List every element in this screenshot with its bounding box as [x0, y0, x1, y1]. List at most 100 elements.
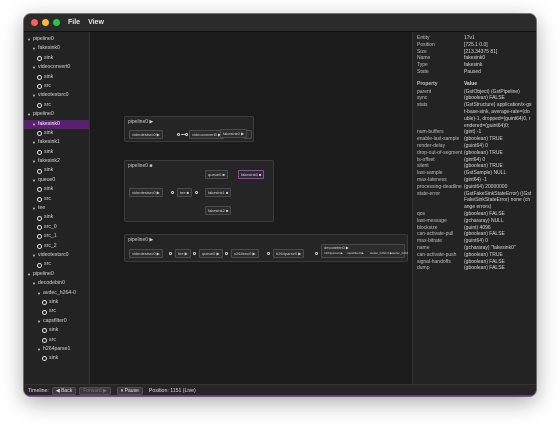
tree-item-element[interactable]: ▼ videotestsrc0: [24, 91, 89, 100]
tree-item-element[interactable]: ▼ h264parse1: [24, 345, 89, 354]
tree-item-label: sink: [44, 167, 54, 174]
property-row: silent (gboolean) TRUE: [417, 163, 532, 170]
tree-item-label: fakesink0: [38, 120, 60, 127]
pad-circle-icon: [37, 168, 42, 174]
timeline-label: Timeline:: [28, 387, 49, 394]
timeline-slider[interactable]: [24, 395, 536, 396]
element-node[interactable]: fakesink2 ■: [205, 206, 232, 215]
property-key: dump: [417, 265, 430, 272]
pipeline-bin-2[interactable]: pipeline0 ■ videotestsrc0 ▶ tee ■ queue0…: [124, 160, 274, 222]
property-key: max-lateness: [417, 176, 447, 183]
pad-circle-icon: [37, 149, 42, 155]
app-window: File View ▼ pipeline0 ▼ fakesink0 sink ▼ video…: [24, 14, 536, 396]
tree-item-pad[interactable]: sink: [24, 213, 89, 222]
tree-item-pad[interactable]: sink: [24, 298, 89, 307]
element-node[interactable]: videotestsrc0 ▶: [129, 249, 163, 258]
tree-item-label: pipeline0: [33, 36, 54, 42]
tree-item-label: src_1: [44, 233, 57, 240]
pad-connector: [185, 133, 188, 136]
menu-file[interactable]: File: [68, 19, 80, 26]
pad-circle-icon: [37, 74, 42, 80]
element-node[interactable]: x264enc0 ▶: [231, 249, 259, 258]
tree-item-element[interactable]: ▼ queue0: [24, 176, 89, 185]
property-key: last-sample: [417, 170, 443, 177]
minimize-window-button[interactable]: [42, 19, 49, 26]
tree-item-pad[interactable]: src: [24, 260, 89, 269]
bin-title: pipeline0 ■: [128, 163, 153, 169]
tree-item-pad[interactable]: sink: [24, 54, 89, 63]
tree-item-label: fakesink0: [38, 45, 60, 52]
pad-circle-icon: [37, 262, 42, 268]
property-row: drop-out-of-segment (gboolean) TRUE: [417, 150, 532, 157]
back-button[interactable]: ◀ Back: [51, 386, 77, 395]
close-window-button[interactable]: [31, 19, 38, 26]
tree-item-element[interactable]: ▼ fakesink0: [24, 119, 89, 129]
property-value: (guint64) 20000000: [464, 183, 508, 190]
tree-item-element[interactable]: ▼ tee: [24, 204, 89, 213]
property-value: (gboolean) FALSE: [464, 231, 505, 238]
tree-item-pad[interactable]: src: [24, 195, 89, 204]
element-node[interactable]: fakesink0 ▶: [220, 129, 248, 138]
tree-item-label: sink: [49, 327, 59, 334]
pad-connector: [171, 191, 174, 194]
tree-item-pad[interactable]: src_2: [24, 242, 89, 251]
tree-item-pad[interactable]: sink: [24, 166, 89, 175]
tree-item-element[interactable]: ▼ videotestsrc0: [24, 251, 89, 260]
element-node[interactable]: videoconvert0 ▶: [189, 130, 225, 139]
element-node[interactable]: queue0 ▶: [199, 249, 223, 258]
bin-title: pipeline0 ▶: [128, 237, 154, 243]
element-node[interactable]: queue0 ■: [205, 170, 228, 179]
property-key: processing-deadline: [417, 183, 462, 190]
tree-item-pad[interactable]: sink: [24, 185, 89, 194]
tree-item-element[interactable]: ▼ fakesink0: [24, 44, 89, 53]
element-node[interactable]: tee ▶: [175, 249, 191, 258]
element-node[interactable]: videotestsrc0 ▶: [129, 130, 163, 139]
tree-item-pad[interactable]: src_1: [24, 232, 89, 241]
entity-info-row: Position [725.1 0.0]: [417, 42, 532, 49]
tree-item-label: sink: [44, 54, 54, 61]
tree-item-element[interactable]: ▼ pipeline0: [24, 270, 89, 279]
property-key: sync: [417, 95, 428, 102]
tree-item-label: fakesink1: [38, 139, 60, 146]
element-tree[interactable]: ▼ pipeline0 ▼ fakesink0 sink ▼ videoconvert0 si…: [24, 32, 90, 384]
tree-item-pad[interactable]: sink: [24, 129, 89, 138]
element-node-selected[interactable]: fakesink0 ■: [238, 170, 265, 179]
property-column-header: Property: [417, 80, 438, 87]
element-node[interactable]: videotestsrc0 ▶: [129, 188, 163, 197]
element-node[interactable]: fakesink1 ■: [205, 188, 232, 197]
tree-item-element[interactable]: ▼ fakesink1: [24, 138, 89, 147]
menu-view[interactable]: View: [88, 19, 104, 26]
graph-canvas[interactable]: pipeline0 ▶ videotestsrc0 ▶ videoconvert…: [90, 32, 412, 384]
tree-item-element[interactable]: ▼ videoconvert0: [24, 63, 89, 72]
zoom-window-button[interactable]: [53, 19, 60, 26]
tree-item-pad[interactable]: sink: [24, 148, 89, 157]
element-node[interactable]: tee ■: [177, 188, 193, 197]
tree-item-element[interactable]: ▼ fakesink2: [24, 157, 89, 166]
element-node[interactable]: h264parse0 ▶: [273, 249, 305, 258]
tree-item-pad[interactable]: src: [24, 336, 89, 345]
tree-item-pad[interactable]: sink: [24, 326, 89, 335]
pause-button[interactable]: ⏸ Pause: [116, 386, 143, 395]
tree-item-element[interactable]: ▼ pipeline0: [24, 35, 89, 44]
tree-item-pad[interactable]: src: [24, 307, 89, 316]
property-value: [213.34375 81]: [464, 48, 498, 55]
property-row: parent (GstObject) (GstPipeline): [417, 89, 532, 96]
tree-item-label: src: [49, 336, 56, 343]
decodebin-node[interactable]: decodebin0 ▶ h264parse1 ▶ capsfilter0 ▶ …: [321, 244, 408, 258]
property-key: Entity: [417, 35, 430, 41]
pad-circle-icon: [37, 131, 42, 137]
tree-item-pad[interactable]: src: [24, 101, 89, 110]
tree-item-pad[interactable]: sink: [24, 354, 89, 363]
tree-item-element[interactable]: ▼ pipeline0: [24, 110, 89, 119]
tree-item-pad[interactable]: src_0: [24, 223, 89, 232]
tree-item-pad[interactable]: src: [24, 82, 89, 91]
tree-item-pad[interactable]: sink: [24, 73, 89, 82]
pipeline-bin-3[interactable]: pipeline0 ▶ videotestsrc0 ▶ tee ▶ queue0…: [124, 234, 408, 262]
tree-item-element[interactable]: ▼ avdec_h264-0: [24, 289, 89, 298]
tree-item-element[interactable]: ▼ decodebin0: [24, 279, 89, 288]
window-controls: [31, 19, 60, 26]
tree-item-element[interactable]: ▼ capsfilter0: [24, 317, 89, 326]
forward-button[interactable]: Forward ▶: [79, 386, 111, 395]
property-key: stats: [417, 102, 428, 109]
property-value: (gboolean) FALSE: [464, 210, 505, 217]
